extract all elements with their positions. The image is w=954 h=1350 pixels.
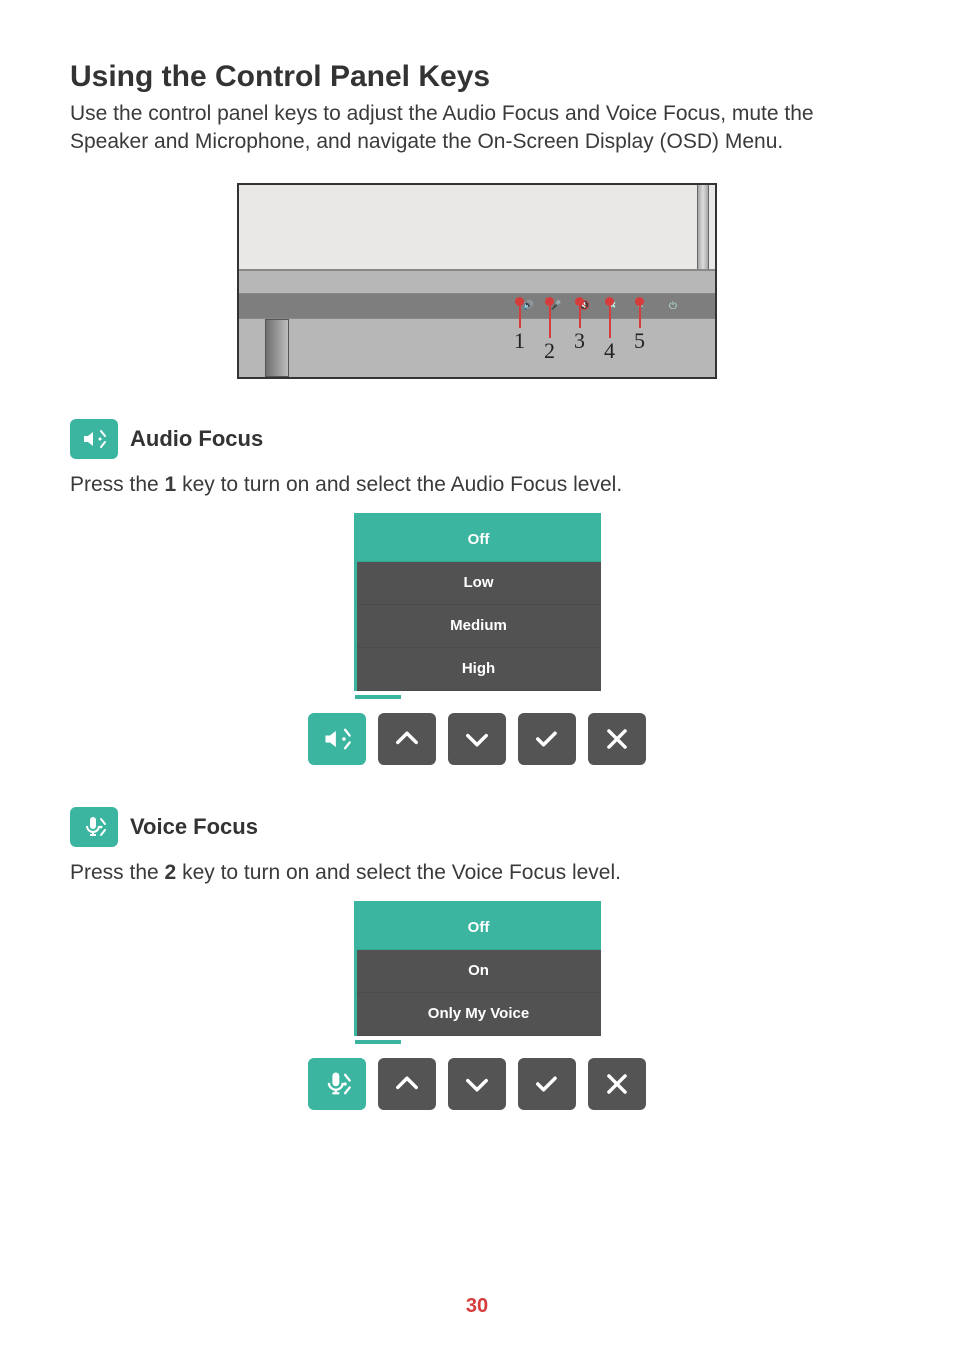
callout-label: 3	[574, 328, 585, 354]
section-title: Voice Focus	[130, 814, 258, 840]
section-body: Press the 1 key to turn on and select th…	[70, 473, 884, 497]
intro-paragraph: Use the control panel keys to adjust the…	[70, 100, 884, 157]
osd-voice-focus: Off On Only My Voice	[70, 901, 884, 1110]
check-icon[interactable]	[518, 713, 576, 765]
osd-option[interactable]: On	[357, 950, 601, 993]
up-icon[interactable]	[378, 713, 436, 765]
callout-label: 1	[514, 328, 525, 354]
down-icon[interactable]	[448, 713, 506, 765]
mic-focus-icon[interactable]	[308, 1058, 366, 1110]
check-icon[interactable]	[518, 1058, 576, 1110]
mic-focus-icon	[70, 807, 118, 847]
speaker-focus-icon	[70, 419, 118, 459]
page-number: 30	[0, 1295, 954, 1318]
osd-option[interactable]: High	[357, 648, 601, 691]
osd-option[interactable]: Only My Voice	[357, 993, 601, 1036]
osd-panel: Off On Only My Voice	[354, 901, 601, 1036]
close-icon[interactable]	[588, 1058, 646, 1110]
osd-option-selected[interactable]: Off	[357, 519, 601, 562]
osd-button-row	[308, 1058, 646, 1110]
osd-button-row	[308, 713, 646, 765]
osd-audio-focus: Off Low Medium High	[70, 513, 884, 765]
down-icon[interactable]	[448, 1058, 506, 1110]
osd-option[interactable]: Medium	[357, 605, 601, 648]
section-body: Press the 2 key to turn on and select th…	[70, 861, 884, 885]
document-page: Using the Control Panel Keys Use the con…	[0, 0, 954, 1350]
section-title: Audio Focus	[130, 426, 263, 452]
speaker-focus-icon[interactable]	[308, 713, 366, 765]
page-title: Using the Control Panel Keys	[70, 60, 884, 94]
callout-label: 4	[604, 338, 615, 364]
monitor-diagram: 🔊 🎤 🔇 ✖ ≡ ⏻ 1 2 3 4 5	[237, 183, 717, 379]
close-icon[interactable]	[588, 713, 646, 765]
up-icon[interactable]	[378, 1058, 436, 1110]
section-header-voice-focus: Voice Focus	[70, 807, 884, 847]
callout-label: 5	[634, 328, 645, 354]
osd-option[interactable]: Low	[357, 562, 601, 605]
osd-panel: Off Low Medium High	[354, 513, 601, 691]
section-header-audio-focus: Audio Focus	[70, 419, 884, 459]
osd-option-selected[interactable]: Off	[357, 907, 601, 950]
power-icon: ⏻	[669, 301, 679, 311]
callout-label: 2	[544, 338, 555, 364]
